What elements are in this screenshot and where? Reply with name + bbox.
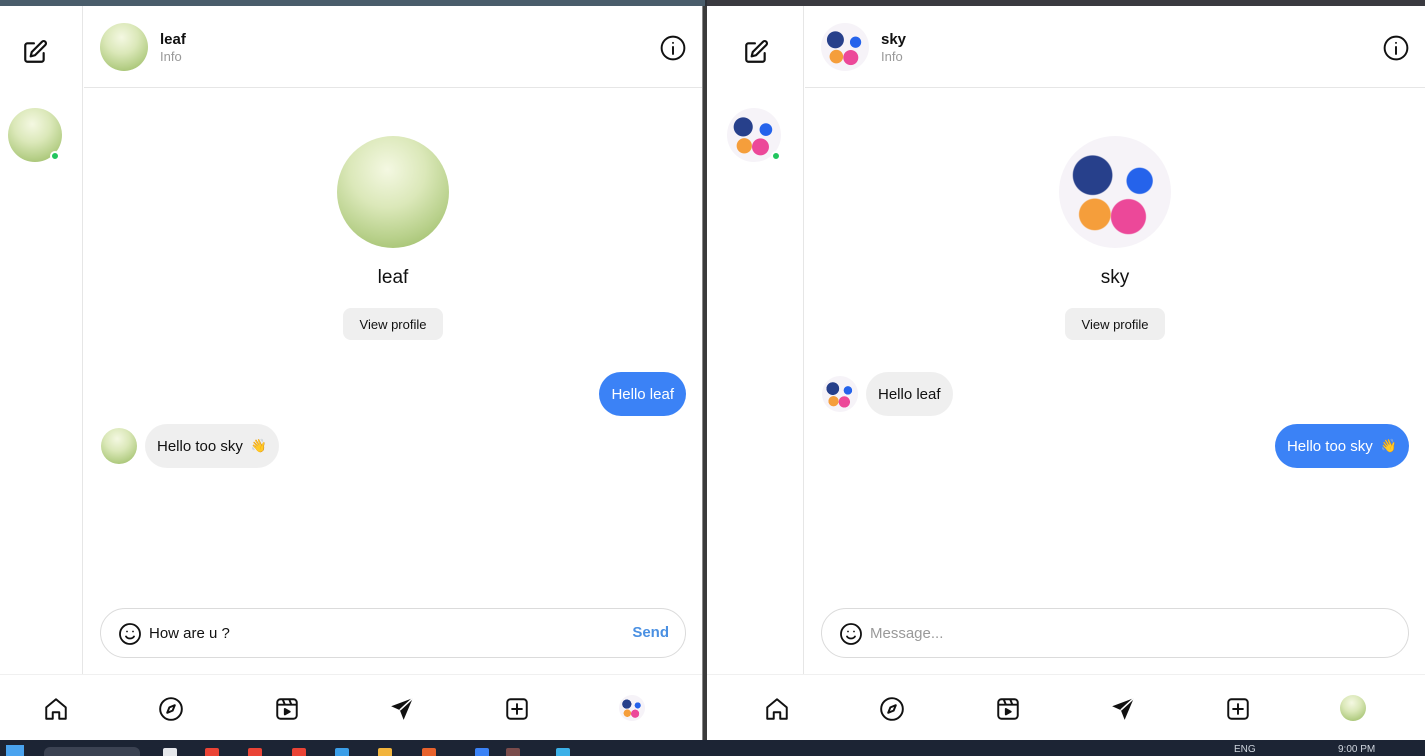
profile-avatar[interactable]: [619, 695, 645, 721]
taskbar-app-icon[interactable]: [475, 748, 489, 756]
create-icon[interactable]: [504, 696, 530, 722]
emoji-icon[interactable]: [118, 622, 142, 646]
direct-icon[interactable]: [1110, 696, 1136, 722]
header-contact-name[interactable]: leaf: [160, 31, 186, 48]
message-input[interactable]: [149, 619, 569, 647]
reels-icon[interactable]: [274, 696, 300, 722]
message-composer: Send: [100, 608, 686, 658]
chat-header: sky Info: [805, 6, 1425, 88]
header-contact-subtitle: Info: [881, 49, 903, 64]
explore-icon[interactable]: [879, 696, 905, 722]
taskbar-app-icon[interactable]: [335, 748, 349, 756]
message-text: Hello too sky: [1286, 437, 1373, 455]
online-status-dot: [50, 151, 60, 161]
chat-window-left: leaf Info leaf View profile Hello leaf H…: [0, 6, 703, 740]
taskbar-app-icon[interactable]: [205, 748, 219, 756]
taskbar-app-icon[interactable]: [422, 748, 436, 756]
taskbar-app-icon[interactable]: [378, 748, 392, 756]
bottom-navigation: [707, 674, 1425, 740]
os-taskbar: ENG 9:00 PM: [0, 740, 1425, 756]
bottom-navigation: [0, 674, 702, 740]
view-profile-button[interactable]: View profile: [1065, 308, 1165, 340]
header-avatar[interactable]: [821, 23, 869, 71]
message-sender-avatar[interactable]: [101, 428, 137, 464]
message-bubble-outgoing: Hello leaf: [599, 372, 686, 416]
emoji-icon[interactable]: [839, 622, 863, 646]
message-sender-avatar[interactable]: [822, 376, 858, 412]
conversation-rail: [707, 6, 804, 674]
taskbar-app-icon[interactable]: [248, 748, 262, 756]
conversation-rail: [0, 6, 83, 674]
wave-emoji: 👋: [250, 438, 268, 453]
profile-name: sky: [1100, 267, 1130, 288]
profile-avatar[interactable]: [1340, 695, 1366, 721]
compose-icon[interactable]: [743, 39, 769, 65]
home-icon[interactable]: [43, 696, 69, 722]
wave-emoji: 👋: [1380, 438, 1397, 453]
compose-icon[interactable]: [22, 39, 48, 65]
profile-avatar-large: [1059, 136, 1171, 248]
taskbar-app-icon[interactable]: [556, 748, 570, 756]
view-profile-button[interactable]: View profile: [343, 308, 443, 340]
message-bubble-incoming: Hello too sky 👋: [145, 424, 280, 468]
message-composer: [821, 608, 1409, 658]
message-text: Hello too sky: [157, 437, 243, 455]
header-avatar[interactable]: [100, 23, 148, 71]
message-input[interactable]: [870, 619, 1290, 647]
chat-area: sky Info sky View profile Hello leaf Hel…: [805, 6, 1425, 674]
taskbar-app-icon[interactable]: [506, 748, 520, 756]
online-status-dot: [771, 151, 781, 161]
explore-icon[interactable]: [158, 696, 184, 722]
windows-start-icon[interactable]: [6, 745, 24, 756]
header-contact-subtitle: Info: [160, 49, 182, 64]
send-button[interactable]: Send: [632, 624, 669, 641]
header-contact-name[interactable]: sky: [881, 31, 906, 48]
taskbar-app-icon[interactable]: [292, 748, 306, 756]
info-icon[interactable]: [660, 35, 686, 61]
message-bubble-outgoing: Hello too sky 👋: [1274, 424, 1409, 468]
chat-window-right: sky Info sky View profile Hello leaf Hel…: [707, 6, 1425, 740]
taskbar-app-icon[interactable]: [163, 748, 177, 756]
chat-header: leaf Info: [84, 6, 702, 88]
chat-area: leaf Info leaf View profile Hello leaf H…: [84, 6, 702, 674]
profile-avatar-large: [337, 136, 449, 248]
message-text: Hello leaf: [611, 385, 674, 403]
profile-name: leaf: [377, 267, 409, 288]
message-text: Hello leaf: [878, 385, 941, 403]
reels-icon[interactable]: [995, 696, 1021, 722]
taskbar-clock[interactable]: 9:00 PM: [1338, 744, 1375, 755]
create-icon[interactable]: [1225, 696, 1251, 722]
info-icon[interactable]: [1383, 35, 1409, 61]
taskbar-search-box[interactable]: [44, 747, 140, 756]
message-bubble-incoming: Hello leaf: [866, 372, 953, 416]
taskbar-language[interactable]: ENG: [1234, 744, 1256, 755]
direct-icon[interactable]: [389, 696, 415, 722]
home-icon[interactable]: [764, 696, 790, 722]
